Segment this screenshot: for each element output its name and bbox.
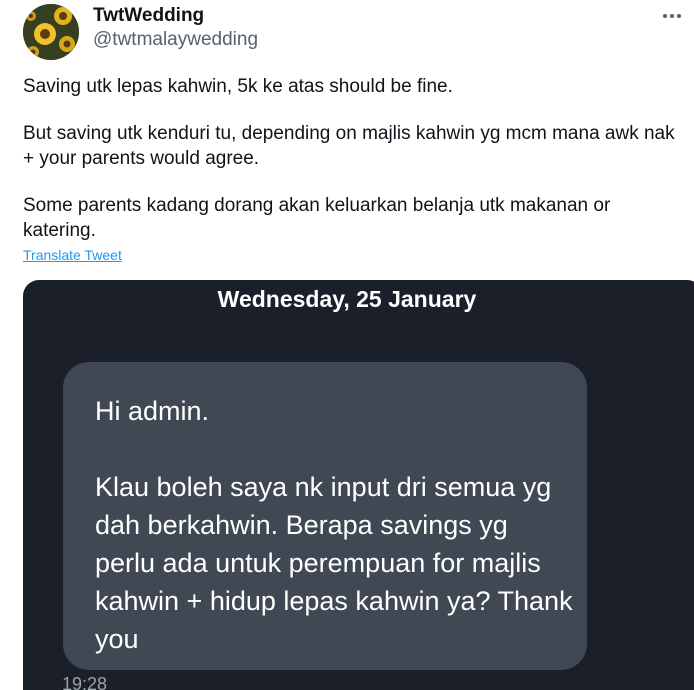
translate-tweet-link[interactable]: Translate Tweet	[23, 247, 122, 263]
sunflower-icon	[23, 4, 79, 60]
tweet-paragraph: But saving utk kenduri tu, depending on …	[23, 123, 675, 169]
chat-message-text: Hi admin. Klau boleh saya nk input dri s…	[95, 396, 573, 654]
author-handle[interactable]: @twtmalaywedding	[93, 28, 258, 52]
more-options-icon[interactable]	[660, 6, 684, 26]
tweet-card: TwtWedding @twtmalaywedding Saving utk l…	[0, 0, 694, 690]
tweet-text: Saving utk lepas kahwin, 5k ke atas shou…	[23, 74, 683, 265]
author-avatar[interactable]	[23, 4, 79, 60]
chat-date-header: Wednesday, 25 January	[217, 286, 477, 312]
author-info: TwtWedding @twtmalaywedding	[93, 4, 258, 52]
author-display-name[interactable]: TwtWedding	[93, 4, 258, 28]
attached-image[interactable]: Wednesday, 25 January Hi admin. Klau bol…	[23, 280, 694, 690]
chat-message-bubble: Hi admin. Klau boleh saya nk input dri s…	[63, 362, 587, 670]
chat-message-time: 19:28	[62, 674, 108, 690]
tweet-paragraph: Saving utk lepas kahwin, 5k ke atas shou…	[23, 76, 453, 97]
tweet-paragraph: Some parents kadang dorang akan keluarka…	[23, 195, 611, 241]
